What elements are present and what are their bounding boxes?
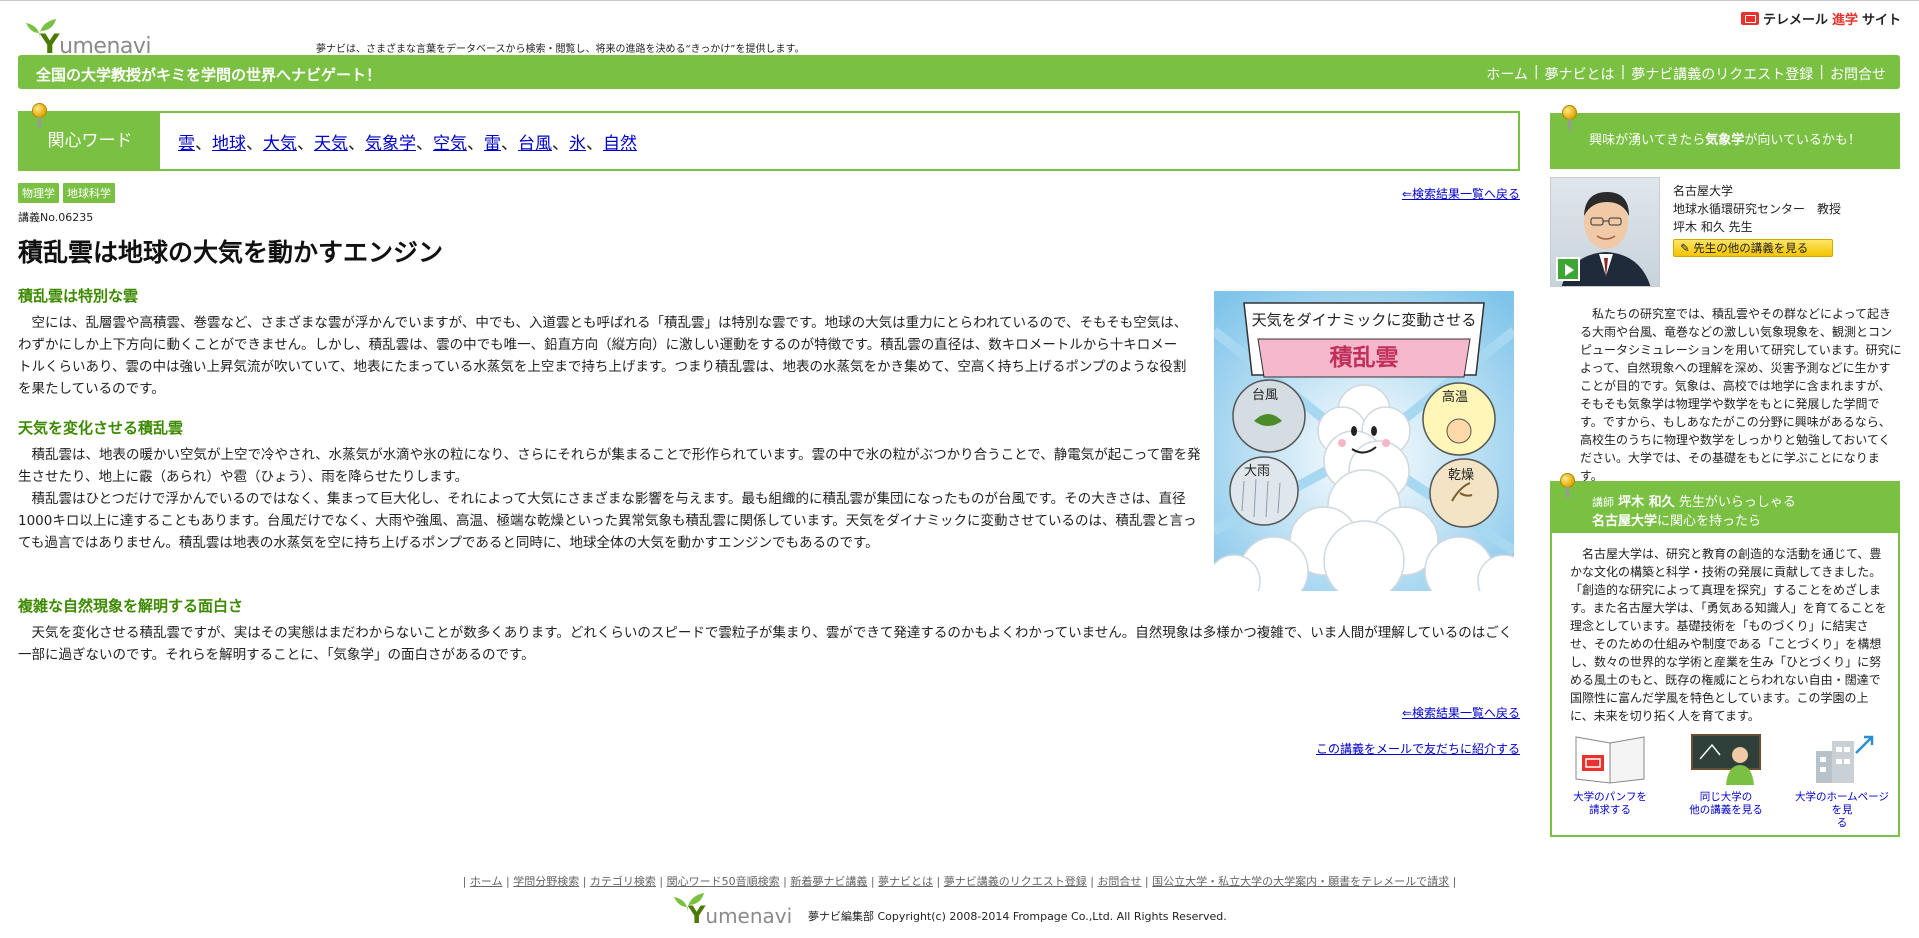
keyword-link[interactable]: 地球 xyxy=(212,134,246,154)
nav-about[interactable]: 夢ナビとは xyxy=(1545,64,1615,84)
interest-banner: 興味が湧いてきたら気象学が向いているかも！ xyxy=(1550,113,1900,169)
back-to-results-link[interactable]: ⇐検索結果一覧へ戻る xyxy=(1402,704,1520,721)
keyword-list: 雲、地球、大気、天気、気象学、空気、雷、台風、氷、自然 xyxy=(178,134,637,154)
keyword-link[interactable]: 氷 xyxy=(569,134,586,154)
footer-link[interactable]: ホーム xyxy=(470,875,503,888)
play-video-icon[interactable] xyxy=(1556,257,1580,281)
section-paragraph: 天気を変化させる積乱雲ですが、実はその実態はまだわからないことが数多くあります。… xyxy=(18,625,1513,663)
pencil-icon: ✎ xyxy=(1680,241,1690,255)
slogan: 全国の大学教授がキミを学問の世界へナビゲート！ xyxy=(36,66,382,84)
illustration-banner-title: 積乱雲 xyxy=(1330,345,1399,371)
university-box-header: 講師 坪木 和久 先生がいらっしゃる 名古屋大学に関心を持ったら xyxy=(1552,483,1898,533)
article-section: 複雑な自然現象を解明する面白さ 天気を変化させる積乱雲ですが、実はその実態はまだ… xyxy=(18,595,1518,666)
keyword-link[interactable]: 気象学 xyxy=(365,134,416,154)
keyword-box: 関心ワード 雲、地球、大気、天気、気象学、空気、雷、台風、氷、自然 xyxy=(18,111,1520,171)
article-section: 積乱雲は特別な雲 空には、乱層雲や高積雲、巻雲など、さまざまな雲が浮かんでいます… xyxy=(18,285,1188,400)
footer-logo[interactable]: Yumenavi xyxy=(668,891,792,931)
illustration-label: 乾燥 xyxy=(1448,468,1474,483)
nav-contact[interactable]: お問合せ xyxy=(1830,64,1886,84)
footer-link[interactable]: 国公立大学・私立大学の大学案内・願書をテレメールで請求 xyxy=(1152,875,1449,888)
telemail-link[interactable]: テレメール 進学 サイト xyxy=(1740,9,1901,28)
footer-link[interactable]: カテゴリ検索 xyxy=(590,875,656,888)
pamphlet-icon xyxy=(1574,733,1646,785)
footer-link[interactable]: 夢ナビとは xyxy=(878,875,933,888)
university-homepage-link[interactable]: 大学のホームページを見る xyxy=(1792,733,1892,830)
teacher-department: 地球水循環研究センター 教授 xyxy=(1673,202,1842,216)
keyword-link[interactable]: 空気 xyxy=(433,134,467,154)
category-tag[interactable]: 物理学 xyxy=(18,183,59,203)
pushpin-icon xyxy=(1560,105,1578,131)
nav-request[interactable]: 夢ナビ講義のリクエスト登録 xyxy=(1631,64,1813,84)
illustration-label: 大雨 xyxy=(1244,464,1270,479)
lab-description: 私たちの研究室では、積乱雲やその群などによって起きる大雨や台風、竜巻などの激しい… xyxy=(1580,307,1902,483)
section-paragraph: 積乱雲は、地表の暖かい空気が上空で冷やされ、水蒸気が水滴や氷の粒になり、さらにそ… xyxy=(18,447,1201,485)
teacher-university: 名古屋大学 xyxy=(1673,184,1734,198)
section-paragraph: 積乱雲はひとつだけで浮かんでいるのではなく、集まって巨大化し、それによって大気に… xyxy=(18,491,1197,551)
section-heading: 天気を変化させる積乱雲 xyxy=(18,419,184,437)
yumenavi-logo[interactable]: Yumenavi xyxy=(18,15,152,60)
site-tagline: 夢ナビは、さまざまな言葉をデータベースから検索・閲覧し、将来の進路を決める“きっ… xyxy=(316,44,805,55)
building-icon xyxy=(1806,733,1878,785)
request-pamphlet-link[interactable]: 大学のパンフを 請求する xyxy=(1560,733,1660,817)
back-to-results-link[interactable]: ⇐検索結果一覧へ戻る xyxy=(1402,185,1520,202)
section-paragraph: 空には、乱層雲や高積雲、巻雲など、さまざまな雲が浮かんでいますが、中でも、入道雲… xyxy=(18,315,1188,397)
illustration-label: 台風 xyxy=(1252,388,1278,403)
teacher-info: 名古屋大学 地球水循環研究センター 教授 坪木 和久 先生 xyxy=(1673,182,1841,236)
email-friend-link[interactable]: この講義をメールで友だちに紹介する xyxy=(1316,740,1520,757)
keyword-link[interactable]: 天気 xyxy=(314,134,348,154)
copyright: 夢ナビ編集部 Copyright(c) 2008-2014 Frompage C… xyxy=(808,910,1227,923)
keyword-link[interactable]: 雷 xyxy=(484,134,501,154)
section-heading: 複雑な自然現象を解明する面白さ xyxy=(18,597,244,615)
header-bar: 全国の大学教授がキミを学問の世界へナビゲート！ ホーム | 夢ナビとは | 夢ナビ講… xyxy=(18,55,1900,89)
telemail-icon xyxy=(1740,12,1759,25)
article-section: 天気を変化させる積乱雲 積乱雲は、地表の暖かい空気が上空で冷やされ、水蒸気が水滴… xyxy=(18,417,1208,554)
lecture-title: 積乱雲は地球の大気を動かすエンジン xyxy=(18,238,444,267)
university-description: 名古屋大学は、研究と教育の創造的な活動を通じて、豊かな文化の構築と科学・技術の発… xyxy=(1570,547,1887,723)
other-lectures-same-univ-link[interactable]: 同じ大学の 他の講義を見る xyxy=(1676,733,1776,817)
keyword-link[interactable]: 台風 xyxy=(518,134,552,154)
category-tags: 物理学 地球科学 xyxy=(18,183,115,203)
footer-link[interactable]: 関心ワード50音順検索 xyxy=(667,875,780,888)
section-heading: 積乱雲は特別な雲 xyxy=(18,287,139,305)
footer-link[interactable]: 夢ナビ講義のリクエスト登録 xyxy=(944,875,1087,888)
lecture-number: 講義No.06235 xyxy=(18,211,94,224)
other-lectures-button[interactable]: ✎ 先生の他の講義を見る xyxy=(1673,239,1833,257)
keyword-link[interactable]: 雲 xyxy=(178,134,195,154)
teacher-name: 坪木 和久 先生 xyxy=(1673,220,1753,234)
teacher-blackboard-icon xyxy=(1690,733,1762,785)
university-box: 講師 坪木 和久 先生がいらっしゃる 名古屋大学に関心を持ったら 名古屋大学は、… xyxy=(1550,481,1900,837)
footer-link[interactable]: お問合せ xyxy=(1097,875,1141,888)
illustration-banner-text: 天気をダイナミックに変動させる xyxy=(1252,311,1477,329)
footer-links: | ホーム | 学問分野検索 | カテゴリ検索 | 関心ワード50音順検索 | … xyxy=(462,875,1457,888)
global-nav: ホーム | 夢ナビとは | 夢ナビ講義のリクエスト登録 | お問合せ xyxy=(1486,64,1886,84)
pushpin-icon xyxy=(30,103,48,129)
footer-link[interactable]: 新着夢ナビ講義 xyxy=(790,875,867,888)
nav-home[interactable]: ホーム xyxy=(1486,64,1528,84)
footer-link[interactable]: 学問分野検索 xyxy=(513,875,579,888)
cumulonimbus-illustration: 天気をダイナミックに変動させる 積乱雲 台風 高温 大雨 乾燥 xyxy=(1214,291,1514,591)
pushpin-icon xyxy=(1558,473,1576,499)
keyword-link[interactable]: 大気 xyxy=(263,134,297,154)
category-tag[interactable]: 地球科学 xyxy=(63,183,115,203)
keyword-link[interactable]: 自然 xyxy=(603,134,637,154)
illustration-label: 高温 xyxy=(1442,389,1468,405)
